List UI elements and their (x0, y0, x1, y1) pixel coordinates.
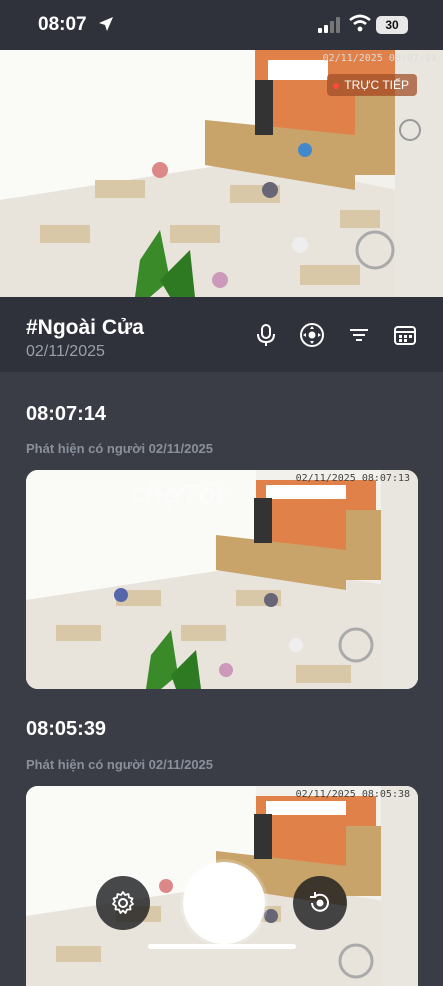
filter-icon[interactable] (346, 322, 372, 348)
playback-button[interactable] (293, 876, 347, 930)
live-badge: TRỰC TIẾP (327, 74, 417, 96)
live-badge-label: TRỰC TIẾP (344, 78, 409, 92)
location-arrow-icon (99, 17, 113, 31)
camera-date: 02/11/2025 (26, 343, 105, 360)
thumbnail-timestamp: 02/11/2025 08:07:13 (295, 473, 410, 484)
calendar-icon[interactable] (392, 322, 418, 348)
battery-indicator: 30 (376, 16, 408, 34)
event-description: Phát hiện có người 02/11/2025 (26, 757, 214, 772)
signal-icon (318, 17, 340, 33)
gear-icon (112, 891, 134, 914)
watermark-logo: chợTốt (130, 478, 226, 509)
event-description: Phát hiện có người 02/11/2025 (26, 441, 214, 456)
ptz-control-icon[interactable] (299, 322, 325, 348)
replay-icon (310, 892, 329, 912)
status-time: 08:07 (38, 14, 87, 35)
settings-button[interactable] (96, 876, 150, 930)
home-indicator (148, 944, 296, 949)
event-time: 08:07:14 (26, 403, 107, 425)
capture-button[interactable] (183, 862, 265, 944)
status-bar: 08:07 30 (0, 0, 443, 50)
live-video-feed[interactable]: 02/11/2025 08:07:21 TRỰC TIẾP (0, 50, 443, 297)
thumbnail-timestamp: 02/11/2025 08:05:38 (295, 789, 410, 800)
camera-name: #Ngoài Cửa (26, 316, 144, 339)
live-dot-icon (333, 82, 340, 89)
event-time: 08:05:39 (26, 718, 107, 740)
live-timestamp: 02/11/2025 08:07:21 (322, 53, 437, 64)
microphone-icon[interactable] (253, 322, 279, 348)
wifi-icon (349, 14, 371, 32)
